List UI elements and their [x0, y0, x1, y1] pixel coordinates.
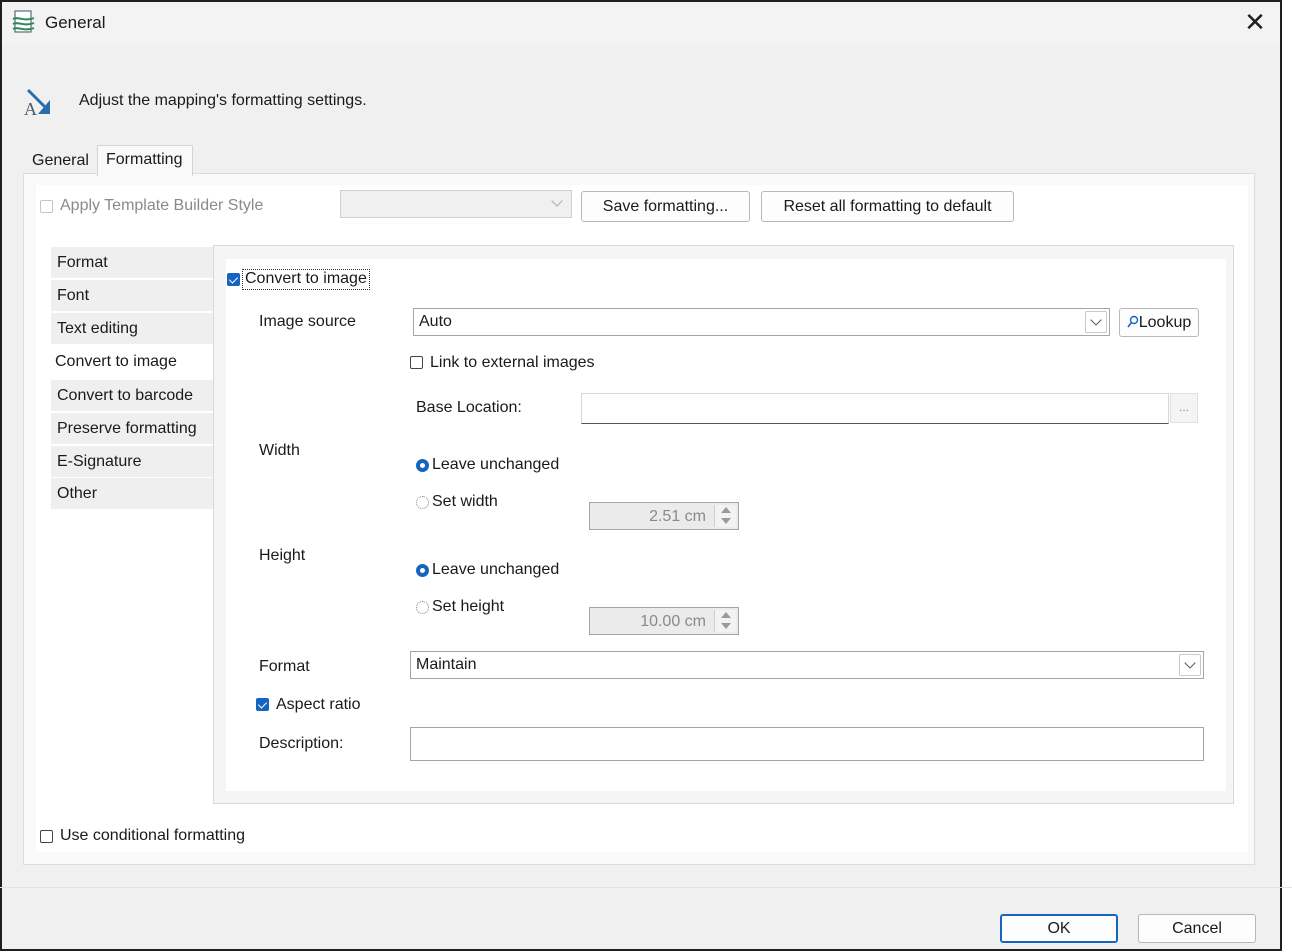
height-stepper[interactable]: 10.00 cm [589, 607, 739, 635]
image-source-dropdown[interactable]: Auto [413, 308, 1110, 336]
base-location-input[interactable] [581, 393, 1169, 424]
tab-general[interactable]: General [24, 147, 97, 175]
width-label: Width [259, 442, 300, 459]
conditional-formatting-checkbox[interactable] [40, 830, 53, 843]
aspect-ratio-checkbox[interactable] [256, 698, 269, 711]
sidebar-item-convert-to-barcode[interactable]: Convert to barcode [51, 380, 213, 412]
tab-formatting[interactable]: Formatting [97, 145, 193, 176]
image-source-label: Image source [259, 313, 356, 330]
conditional-formatting-label: Use conditional formatting [60, 827, 245, 844]
lookup-button[interactable]: Lookup [1119, 308, 1199, 337]
set-width-label: Set width [432, 493, 498, 510]
base-location-label: Base Location: [416, 399, 522, 416]
set-height-radio[interactable] [416, 601, 429, 614]
chevron-down-icon [1085, 311, 1107, 333]
sidebar-item-other[interactable]: Other [51, 478, 213, 510]
app-icon [12, 10, 35, 33]
set-width-radio[interactable] [416, 496, 429, 509]
browse-button[interactable]: ... [1170, 393, 1198, 423]
save-formatting-button[interactable]: Save formatting... [581, 191, 750, 222]
format-dropdown[interactable]: Maintain [410, 651, 1204, 679]
link-external-checkbox[interactable] [410, 356, 423, 369]
width-leave-unchanged-radio[interactable] [416, 459, 429, 472]
style-dropdown[interactable] [340, 190, 572, 218]
height-leave-unchanged-label: Leave unchanged [432, 561, 560, 578]
height-label: Height [259, 547, 306, 564]
link-external-label: Link to external images [430, 354, 595, 371]
width-leave-unchanged-label: Leave unchanged [432, 456, 560, 473]
height-leave-unchanged-radio[interactable] [416, 564, 429, 577]
title-bar: General ✕ [2, 2, 1280, 44]
format-arrow-icon: A [24, 88, 50, 118]
magnifier-icon [1127, 315, 1138, 328]
width-stepper[interactable]: 2.51 cm [589, 502, 739, 530]
window-title: General [45, 13, 106, 32]
spin-arrows-icon[interactable] [714, 610, 736, 632]
description-label: Description: [259, 735, 344, 752]
set-height-label: Set height [432, 598, 505, 615]
height-value: 10.00 cm [640, 613, 706, 630]
footer-divider [0, 887, 1292, 888]
convert-to-image-label: Convert to image [242, 269, 370, 290]
spin-arrows-icon[interactable] [714, 505, 736, 527]
cancel-button[interactable]: Cancel [1138, 914, 1256, 943]
sidebar-item-convert-to-image[interactable]: Convert to image [49, 346, 215, 380]
svg-text:A: A [24, 99, 37, 118]
header-description: Adjust the mapping's formatting settings… [79, 92, 367, 109]
image-source-value: Auto [419, 313, 452, 330]
aspect-ratio-label: Aspect ratio [276, 696, 361, 713]
sidebar-item-text-editing[interactable]: Text editing [51, 313, 213, 345]
apply-style-label: Apply Template Builder Style [60, 197, 264, 214]
description-input[interactable] [410, 727, 1204, 761]
width-value: 2.51 cm [649, 508, 706, 525]
sidebar-item-preserve-formatting[interactable]: Preserve formatting [51, 413, 213, 445]
sidebar-item-e-signature[interactable]: E-Signature [51, 446, 213, 478]
sidebar-item-font[interactable]: Font [51, 280, 213, 312]
ok-button[interactable]: OK [1000, 914, 1118, 943]
convert-to-image-checkbox[interactable] [227, 273, 240, 286]
chevron-down-icon [547, 193, 569, 215]
reset-formatting-button[interactable]: Reset all formatting to default [761, 191, 1014, 222]
format-label: Format [259, 658, 310, 675]
lookup-label: Lookup [1138, 314, 1192, 331]
apply-style-checkbox[interactable] [40, 200, 53, 213]
close-icon[interactable]: ✕ [1242, 9, 1268, 36]
sidebar-item-format[interactable]: Format [51, 247, 213, 279]
format-value: Maintain [416, 656, 477, 673]
chevron-down-icon [1179, 654, 1201, 676]
